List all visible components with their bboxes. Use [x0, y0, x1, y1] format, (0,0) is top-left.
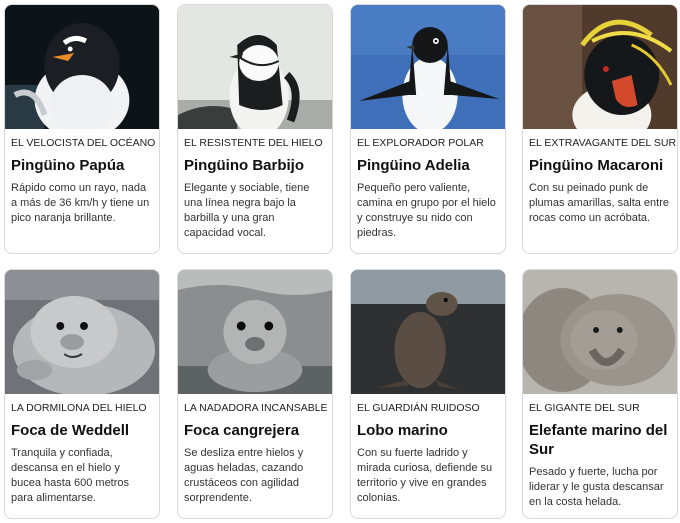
card-description: Con su fuerte ladrido y mirada curiosa, …: [357, 447, 493, 504]
card-description: Elegante y sociable, tiene una línea neg…: [184, 182, 310, 239]
card-gentoo-penguin[interactable]: EL VELOCISTA DEL OCÉANO Pingüino Papúa R…: [4, 4, 160, 254]
card-tag: LA NADADORA INCANSABLE: [184, 402, 328, 414]
card-tag: EL VELOCISTA DEL OCÉANO: [11, 137, 156, 149]
weddell-seal-photo: [5, 270, 159, 394]
card-tag: EL EXTRAVAGANTE DEL SUR: [529, 137, 677, 149]
card-title: Foca cangrejera: [184, 422, 300, 439]
crabeater-seal-photo: [178, 270, 332, 394]
card-title: Foca de Weddell: [11, 422, 130, 439]
card-description: Rápido como un rayo, nada a más de 36 km…: [11, 182, 150, 224]
chinstrap-penguin-photo: [178, 5, 332, 129]
card-elephant-seal[interactable]: EL GIGANTE DEL SUR Elefante marino del S…: [522, 269, 678, 519]
card-description: Pesado y fuerte, lucha por liderar y le …: [529, 466, 664, 508]
card-description: Tranquila y confiada, descansa en el hie…: [11, 447, 130, 504]
card-tag: EL GIGANTE DEL SUR: [529, 402, 640, 414]
card-title: Lobo marino: [357, 422, 448, 439]
card-title: Pingüino Barbijo: [184, 157, 304, 174]
macaroni-penguin-photo: [523, 5, 677, 129]
animal-card-grid: EL VELOCISTA DEL OCÉANO Pingüino Papúa R…: [0, 0, 680, 523]
card-description: Pequeño pero valiente, camina en grupo p…: [357, 182, 496, 239]
card-description: Con su peinado punk de plumas amarillas,…: [529, 182, 670, 224]
card-tag: EL EXPLORADOR POLAR: [357, 137, 484, 149]
card-tag: EL GUARDIÁN RUIDOSO: [357, 402, 480, 414]
card-tag: LA DORMILONA DEL HIELO: [11, 402, 147, 414]
card-macaroni-penguin[interactable]: EL EXTRAVAGANTE DEL SUR Pingüino Macaron…: [522, 4, 678, 254]
card-title: Pingüino Macaroni: [529, 157, 664, 174]
fur-seal-photo: [351, 270, 505, 394]
card-title: Elefante marino del Sur: [529, 422, 668, 458]
card-weddell-seal[interactable]: LA DORMILONA DEL HIELO Foca de Weddell T…: [4, 269, 160, 519]
card-adelie-penguin[interactable]: EL EXPLORADOR POLAR Pingüino Adelia Pequ…: [350, 4, 506, 254]
card-title: Pingüino Adelia: [357, 157, 470, 174]
adelie-penguin-photo: [351, 5, 505, 129]
card-crabeater-seal[interactable]: LA NADADORA INCANSABLE Foca cangrejera S…: [177, 269, 333, 519]
elephant-seal-photo: [523, 270, 677, 394]
card-fur-seal[interactable]: EL GUARDIÁN RUIDOSO Lobo marino Con su f…: [350, 269, 506, 519]
card-tag: EL RESISTENTE DEL HIELO: [184, 137, 323, 149]
gentoo-penguin-photo: [5, 5, 159, 129]
card-chinstrap-penguin[interactable]: EL RESISTENTE DEL HIELO Pingüino Barbijo…: [177, 4, 333, 254]
card-title: Pingüino Papúa: [11, 157, 125, 174]
card-description: Se desliza entre hielos y aguas heladas,…: [184, 447, 304, 504]
